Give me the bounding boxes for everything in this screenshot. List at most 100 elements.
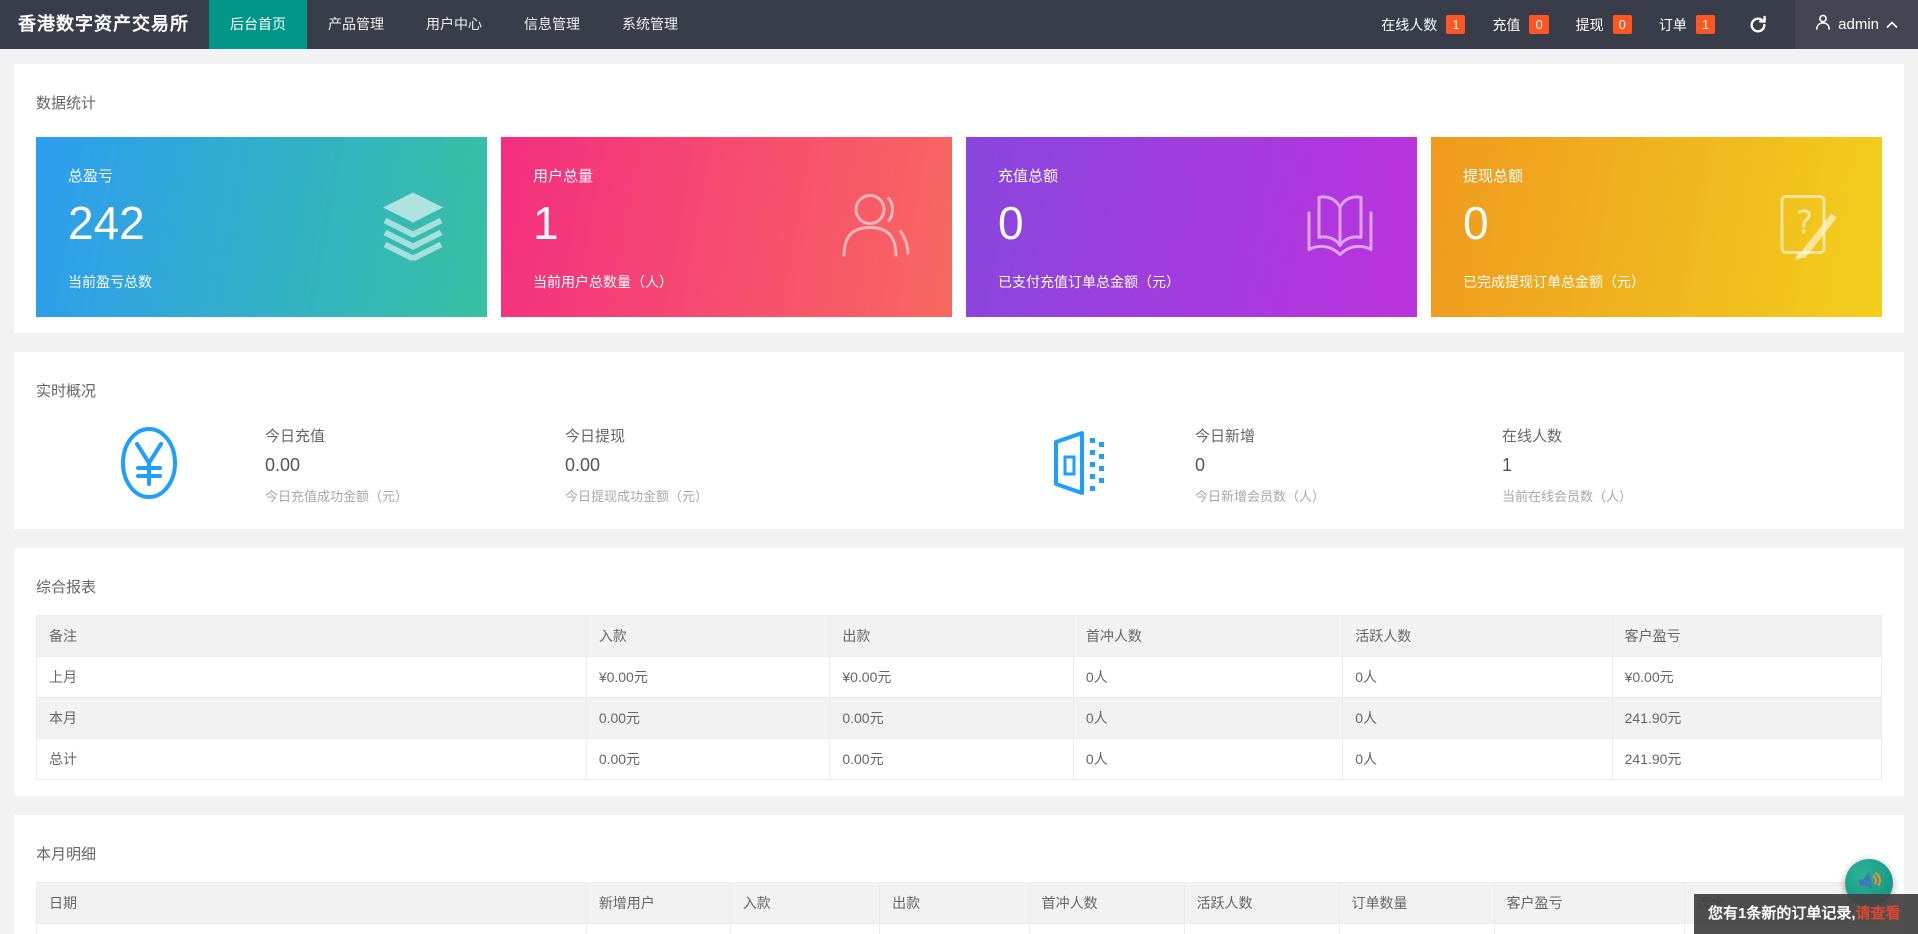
card-desc: 已支付充值订单总金额（元） [998, 272, 1180, 292]
table-row: 本月 0.00元 0.00元 0人 0人 241.90元 [37, 698, 1882, 739]
table-row: 总计 0.00元 0.00元 0人 0人 241.90元 [37, 739, 1882, 780]
stat-value: 0 [1195, 455, 1495, 476]
status-badge: 1 [1446, 15, 1465, 34]
stat-desc: 今日新增会员数（人） [1195, 486, 1495, 505]
stats-panel: 数据统计 总盈亏 242 当前盈亏总数 [14, 64, 1904, 333]
stat-value: 0.00 [565, 455, 865, 476]
building-icon [1051, 429, 1107, 502]
column-header: 客户盈亏 [1612, 616, 1881, 657]
stat-desc: 当前在线会员数（人） [1502, 486, 1802, 505]
table-cell: 0.00元 [830, 739, 1074, 780]
table-cell: 0人 [1343, 739, 1612, 780]
column-header: 首冲人数 [1073, 616, 1342, 657]
stat-today-new: 今日新增 0 今日新增会员数（人） [1195, 425, 1495, 505]
column-header: 新增用户 [586, 883, 730, 924]
refresh-icon[interactable] [1748, 15, 1768, 35]
toast-message: 您有1条新的订单记录, [1708, 905, 1856, 922]
column-header: 活跃人数 [1343, 616, 1612, 657]
toast-view-link[interactable]: 请查看 [1856, 905, 1901, 922]
stat-today-withdraw: 今日提现 0.00 今日提现成功金额（元） [565, 425, 865, 505]
table-cell: 0人 [1073, 657, 1342, 698]
table-cell: 0人 [1073, 739, 1342, 780]
detail-table: 日期 新增用户 入款 出款 首冲人数 活跃人数 订单数量 客户盈亏 流水 202… [36, 882, 1882, 934]
stat-value: 1 [1502, 455, 1802, 476]
table-cell: ¥0.00元 [730, 924, 879, 934]
status-label: 在线人数 [1381, 15, 1437, 35]
menu-item-users[interactable]: 用户中心 [405, 0, 503, 49]
column-header: 出款 [880, 883, 1029, 924]
stat-desc: 今日提现成功金额（元） [565, 486, 865, 505]
table-cell: ¥0.00元 [1612, 657, 1881, 698]
yen-icon [120, 426, 178, 505]
status-badge: 0 [1613, 15, 1632, 34]
column-header: 入款 [730, 883, 879, 924]
table-cell: 0.00元 [830, 698, 1074, 739]
svg-text:?: ? [1796, 204, 1813, 242]
stat-today-deposit: 今日充值 0.00 今日充值成功金额（元） [265, 425, 565, 505]
stat-label: 今日提现 [565, 425, 865, 446]
table-row: 上月 ¥0.00元 ¥0.00元 0人 0人 ¥0.00元 [37, 657, 1882, 698]
status-label: 订单 [1659, 15, 1687, 35]
table-cell: 上月 [37, 657, 587, 698]
stat-online: 在线人数 1 当前在线会员数（人） [1502, 425, 1802, 505]
card-total-deposits: 充值总额 0 已支付充值订单总金额（元） [966, 137, 1417, 317]
card-title: 总盈亏 [68, 165, 487, 186]
card-title: 提现总额 [1463, 165, 1882, 186]
table-cell: 0条 [1339, 924, 1494, 934]
stat-value: 0.00 [265, 455, 565, 476]
navbar-right: 在线人数 1 充值 0 提现 0 订单 1 [1381, 0, 1918, 49]
brand-title: 香港数字资产交易所 [0, 0, 209, 49]
table-cell: 0人 [1343, 698, 1612, 739]
table-cell: ¥0.00元 [1494, 924, 1684, 934]
main-content: 数据统计 总盈亏 242 当前盈亏总数 [0, 49, 1918, 934]
layers-icon [377, 189, 449, 266]
card-title: 充值总额 [998, 165, 1417, 186]
stat-label: 今日新增 [1195, 425, 1495, 446]
card-total-profit: 总盈亏 242 当前盈亏总数 [36, 137, 487, 317]
admin-menu[interactable]: admin [1795, 0, 1918, 49]
column-header: 客户盈亏 [1494, 883, 1684, 924]
person-icon [1815, 14, 1831, 35]
table-cell: 0人 [1029, 924, 1184, 934]
table-cell: 241.90元 [1612, 698, 1881, 739]
report-panel-title: 综合报表 [36, 576, 1882, 597]
stat-desc: 今日充值成功金额（元） [265, 486, 565, 505]
table-cell: 0.00元 [880, 924, 1029, 934]
chevron-up-icon [1886, 16, 1898, 33]
edit-document-icon: ? [1772, 189, 1844, 266]
table-cell: 0人 [1184, 924, 1339, 934]
menu-item-home[interactable]: 后台首页 [209, 0, 307, 49]
status-deposits[interactable]: 充值 0 [1492, 15, 1548, 35]
menu-item-system[interactable]: 系统管理 [601, 0, 699, 49]
table-cell: 0.00元 [586, 698, 830, 739]
menu-item-info[interactable]: 信息管理 [503, 0, 601, 49]
card-total-users: 用户总量 1 当前用户总数量（人） [501, 137, 952, 317]
table-cell: 0人 [586, 924, 730, 934]
table-cell: 总计 [37, 739, 587, 780]
column-header: 日期 [37, 883, 587, 924]
status-withdrawals[interactable]: 提现 0 [1576, 15, 1632, 35]
status-orders[interactable]: 订单 1 [1659, 15, 1715, 35]
detail-panel-title: 本月明细 [36, 843, 1882, 864]
column-header: 订单数量 [1339, 883, 1494, 924]
table-cell: 本月 [37, 698, 587, 739]
stat-cards: 总盈亏 242 当前盈亏总数 用户总量 1 当 [36, 137, 1882, 317]
order-notification-toast: 您有1条新的订单记录,请查看 [1694, 894, 1918, 934]
top-navbar: 香港数字资产交易所 后台首页 产品管理 用户中心 信息管理 系统管理 在线人数 … [0, 0, 1918, 49]
menu-item-products[interactable]: 产品管理 [307, 0, 405, 49]
table-cell: ¥0.00元 [586, 657, 830, 698]
column-header: 备注 [37, 616, 587, 657]
realtime-panel: 实时概况 今日充值 0.00 今日充值成功金额（元） 今日提现 0.00 [14, 352, 1904, 529]
realtime-panel-title: 实时概况 [36, 380, 1882, 401]
report-header-row: 备注 入款 出款 首冲人数 活跃人数 客户盈亏 [37, 616, 1882, 657]
status-badge: 0 [1529, 15, 1548, 34]
status-online-users[interactable]: 在线人数 1 [1381, 15, 1465, 35]
detail-header-row: 日期 新增用户 入款 出款 首冲人数 活跃人数 订单数量 客户盈亏 流水 [37, 883, 1882, 924]
card-desc: 已完成提现订单总金额（元） [1463, 272, 1645, 292]
status-badge: 1 [1696, 15, 1715, 34]
table-cell: 0人 [1073, 698, 1342, 739]
card-total-withdrawals: 提现总额 0 已完成提现订单总金额（元） ? [1431, 137, 1882, 317]
realtime-stats-row: 今日充值 0.00 今日充值成功金额（元） 今日提现 0.00 今日提现成功金额… [36, 417, 1882, 513]
column-header: 活跃人数 [1184, 883, 1339, 924]
stats-panel-title: 数据统计 [36, 92, 1882, 113]
